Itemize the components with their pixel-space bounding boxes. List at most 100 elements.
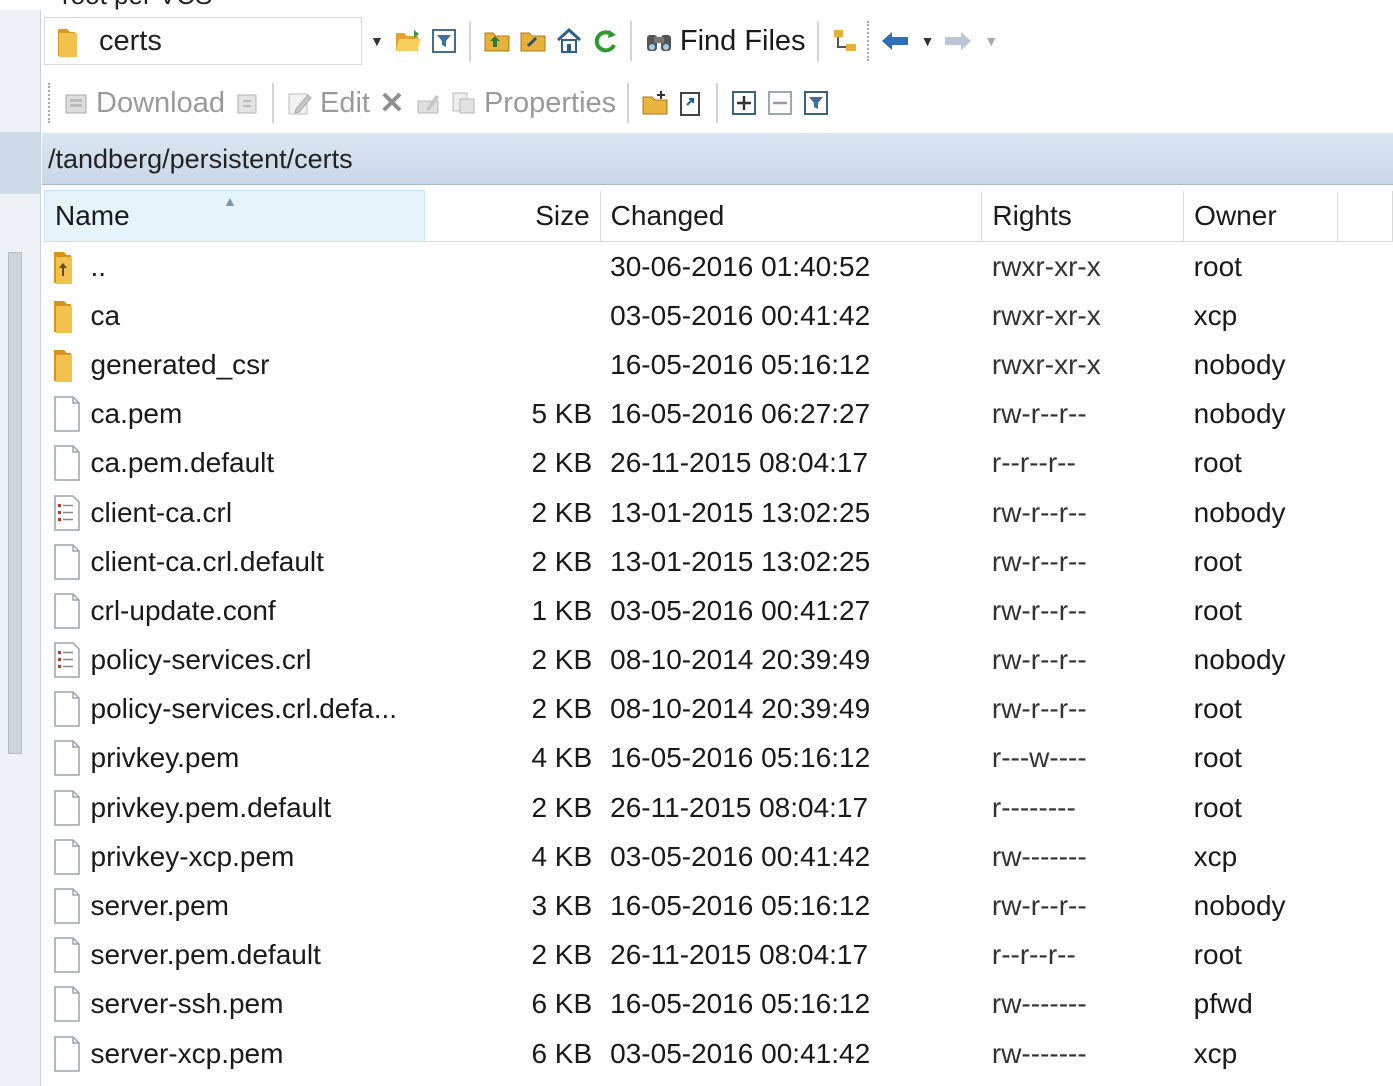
column-name-label: Name bbox=[55, 200, 130, 231]
file-row[interactable]: client-ca.crl.default 2 KB 13-01-2015 13:0… bbox=[45, 537, 1393, 586]
file-owner: nobody bbox=[1193, 644, 1286, 676]
column-header-size[interactable]: Size bbox=[424, 190, 601, 242]
file-row[interactable]: generated_csr 16-05-2016 05:16:12 rwxr-xr-… bbox=[45, 340, 1393, 389]
file-size: 2 KB bbox=[531, 939, 593, 971]
home-icon[interactable] bbox=[554, 24, 584, 58]
parent-directory-icon[interactable] bbox=[482, 24, 512, 58]
file-rights: rw-r--r-- bbox=[991, 496, 1087, 528]
file-row[interactable]: privkey.pem.default 2 KB 26-11-2015 08:04:… bbox=[45, 783, 1393, 832]
binoculars-icon bbox=[646, 35, 671, 51]
download-dropdown-icon[interactable] bbox=[232, 86, 262, 120]
file-name-text: ca.pem bbox=[90, 398, 183, 430]
file-extra-cell bbox=[1338, 340, 1393, 389]
file-name-cell: ca.pem.default bbox=[45, 439, 425, 488]
back-dropdown-icon[interactable]: ▼ bbox=[921, 33, 935, 49]
file-name-text: ca.pem.default bbox=[90, 447, 275, 479]
file-icon bbox=[51, 543, 83, 581]
file-size: 4 KB bbox=[531, 742, 593, 774]
file-row[interactable]: policy-services.crl 2 KB 08-10-2014 20:39:… bbox=[45, 636, 1393, 685]
file-name-text: client-ca.crl bbox=[90, 496, 233, 528]
folder-combo[interactable]: certs bbox=[44, 17, 362, 65]
find-files-label: Find Files bbox=[679, 24, 806, 57]
file-row[interactable]: ca.pem.default 2 KB 26-11-2015 08:04:17 r--… bbox=[45, 439, 1393, 488]
file-changed: 03-05-2016 00:41:42 bbox=[610, 840, 871, 872]
toolbar-grip bbox=[48, 83, 54, 123]
unselect-all-icon[interactable] bbox=[765, 86, 795, 120]
file-rights: rw------- bbox=[991, 1037, 1087, 1069]
file-name: server.pem bbox=[51, 887, 415, 925]
toolbar-separator bbox=[716, 83, 720, 123]
file-rights: rw------- bbox=[991, 840, 1087, 872]
download-button[interactable]: Download bbox=[62, 87, 225, 120]
left-pane-edge bbox=[0, 10, 41, 1086]
select-all-icon[interactable] bbox=[729, 86, 759, 120]
file-row[interactable]: policy-services.crl.defa... 2 KB 08-10-201… bbox=[45, 685, 1393, 734]
invert-selection-icon[interactable] bbox=[801, 86, 831, 120]
download-label: Download bbox=[96, 86, 225, 119]
edit-button[interactable]: Edit bbox=[286, 87, 370, 120]
column-header-extra[interactable] bbox=[1337, 190, 1393, 242]
file-owner: nobody bbox=[1193, 348, 1286, 380]
file-row[interactable]: server-xcp.pem 6 KB 03-05-2016 00:41:42 rw-… bbox=[45, 1029, 1393, 1078]
open-folder-icon[interactable] bbox=[393, 24, 423, 58]
file-changed: 08-10-2014 20:39:49 bbox=[610, 644, 871, 676]
window-caption: root per VCS bbox=[62, 0, 212, 11]
forward-arrow-icon[interactable] bbox=[943, 24, 973, 58]
column-size-label: Size bbox=[535, 199, 590, 231]
file-size: 2 KB bbox=[531, 496, 593, 528]
file-extra-cell bbox=[1338, 685, 1393, 734]
file-icon bbox=[51, 395, 83, 433]
forward-dropdown-icon[interactable]: ▼ bbox=[984, 33, 998, 49]
file-name-cell: server.pem bbox=[45, 881, 425, 930]
folder-icon bbox=[58, 29, 77, 57]
file-extra-cell bbox=[1338, 783, 1393, 832]
delete-icon[interactable]: ✕ bbox=[377, 86, 407, 120]
file-name-cell: server-xcp.pem bbox=[45, 1029, 425, 1078]
file-row[interactable]: server.pem.default 2 KB 26-11-2015 08:04:1… bbox=[45, 931, 1393, 980]
file-changed: 13-01-2015 13:02:25 bbox=[610, 545, 871, 577]
file-row[interactable]: client-ca.crl 2 KB 13-01-2015 13:02:25 rw-r… bbox=[45, 488, 1393, 537]
file-changed: 16-05-2016 05:16:12 bbox=[610, 742, 871, 774]
filter-icon[interactable] bbox=[429, 24, 459, 58]
file-row[interactable]: ca.pem 5 KB 16-05-2016 06:27:27 rw-r--r-- no… bbox=[45, 390, 1393, 439]
crl-file-icon bbox=[51, 494, 83, 532]
file-row[interactable]: crl-update.conf 1 KB 03-05-2016 00:41:27 rw… bbox=[45, 586, 1393, 635]
file-row[interactable]: privkey.pem 4 KB 16-05-2016 05:16:12 r---w-… bbox=[45, 734, 1393, 783]
file-name-cell: policy-services.crl.defa... bbox=[45, 685, 425, 734]
file-size: 4 KB bbox=[531, 840, 593, 872]
root-directory-icon[interactable] bbox=[518, 24, 548, 58]
file-name-text: policy-services.crl bbox=[90, 644, 312, 676]
file-rights: rwxr-xr-x bbox=[991, 348, 1101, 380]
file-changed: 13-01-2015 13:02:25 bbox=[610, 496, 871, 528]
file-row[interactable]: server.pem 3 KB 16-05-2016 05:16:12 rw-r--r… bbox=[45, 881, 1393, 930]
file-changed: 30-06-2016 01:40:52 bbox=[610, 250, 871, 282]
file-changed: 16-05-2016 05:16:12 bbox=[610, 348, 871, 380]
file-name: client-ca.crl bbox=[51, 494, 415, 532]
file-row[interactable]: .. 30-06-2016 01:40:52 rwxr-xr-x root bbox=[45, 242, 1393, 292]
new-folder-icon[interactable] bbox=[640, 86, 670, 120]
find-files-button[interactable]: Find Files bbox=[644, 25, 806, 58]
file-icon bbox=[51, 444, 83, 482]
file-name-cell: privkey-xcp.pem bbox=[45, 832, 425, 881]
file-rights: r-------- bbox=[991, 791, 1076, 823]
back-arrow-icon[interactable] bbox=[880, 24, 910, 58]
sort-ascending-icon: ▲ bbox=[223, 193, 237, 209]
column-header-rights[interactable]: Rights bbox=[981, 190, 1185, 242]
file-row[interactable]: ca 03-05-2016 00:41:42 rwxr-xr-x xcp bbox=[45, 291, 1393, 340]
refresh-icon[interactable] bbox=[590, 24, 620, 58]
rename-icon[interactable] bbox=[413, 86, 443, 120]
left-pane-scrollbar[interactable] bbox=[8, 252, 22, 754]
folder-icon bbox=[51, 346, 83, 384]
file-row[interactable]: server-ssh.pem 6 KB 16-05-2016 05:16:12 rw-… bbox=[45, 980, 1393, 1029]
new-file-icon[interactable] bbox=[676, 86, 706, 120]
file-row[interactable]: privkey-xcp.pem 4 KB 03-05-2016 00:41:42 rw… bbox=[45, 832, 1393, 881]
column-header-owner[interactable]: Owner bbox=[1183, 190, 1339, 242]
column-header-changed[interactable]: Changed bbox=[600, 190, 983, 242]
column-header-name[interactable]: ▲ Name bbox=[44, 190, 425, 242]
file-owner: root bbox=[1193, 545, 1242, 577]
properties-button[interactable]: Properties bbox=[450, 87, 616, 120]
tree-view-icon[interactable] bbox=[830, 24, 860, 58]
file-size: 5 KB bbox=[531, 398, 593, 430]
folder-combo-dropdown-icon[interactable]: ▼ bbox=[370, 33, 384, 49]
file-owner: root bbox=[1193, 939, 1242, 971]
